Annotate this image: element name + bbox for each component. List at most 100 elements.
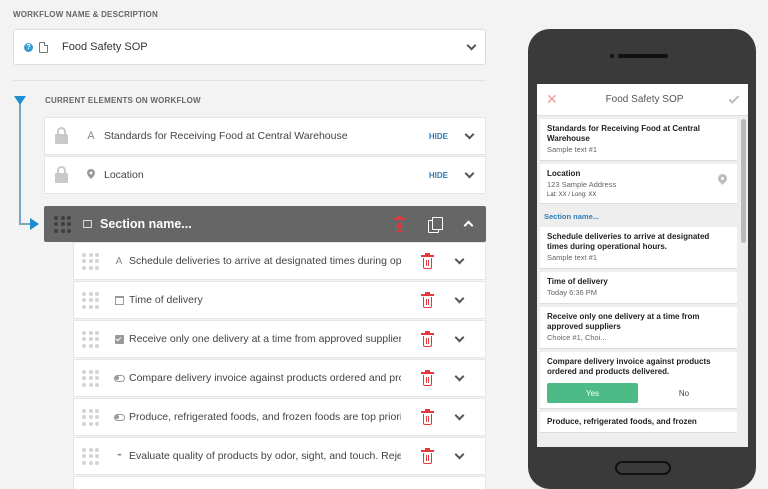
delete-icon[interactable] xyxy=(393,215,406,232)
phone-screen: ✕ Food Safety SOP Standards for Receivin… xyxy=(537,84,748,447)
card-title: Location xyxy=(547,169,581,178)
document-icon xyxy=(39,41,48,53)
card-value: Today 6:36 PM xyxy=(547,288,598,297)
item-title: Evaluate quality of products by odor, si… xyxy=(129,450,401,462)
card-coords: Lat: XX / Long: XX xyxy=(547,192,597,198)
chevron-down-icon[interactable] xyxy=(464,129,475,139)
delete-icon[interactable] xyxy=(421,447,434,464)
drag-handle-icon[interactable] xyxy=(82,369,99,387)
workflow-name-field[interactable]: ? Food Safety SOP xyxy=(13,29,486,65)
list-item[interactable]: ••• Evaluate quality of products by odor… xyxy=(73,437,486,475)
delete-icon[interactable] xyxy=(421,252,434,269)
card-value: Sample text #1 xyxy=(547,253,598,262)
hide-link[interactable]: HIDE xyxy=(429,171,448,180)
home-button xyxy=(615,461,671,475)
card-title: Time of delivery xyxy=(547,277,608,286)
card-title: Receive only one delivery at a time from… xyxy=(547,312,700,331)
scrollbar[interactable] xyxy=(741,119,746,243)
chevron-down-icon[interactable] xyxy=(454,254,465,264)
hide-link[interactable]: HIDE xyxy=(429,132,448,141)
section-name[interactable]: Section name... xyxy=(100,217,393,231)
preview-card: Compare delivery invoice against product… xyxy=(540,352,737,409)
element-title: Location xyxy=(104,169,144,181)
delete-icon[interactable] xyxy=(421,330,434,347)
element-row-location[interactable]: Location HIDE xyxy=(44,156,486,194)
ellipsis-icon: ••• xyxy=(117,453,121,459)
item-title: Time of delivery xyxy=(129,294,203,306)
chevron-down-icon[interactable] xyxy=(454,293,465,303)
item-title: Schedule deliveries to arrive at designa… xyxy=(129,255,401,267)
drag-handle-icon[interactable] xyxy=(54,215,71,233)
yes-button[interactable]: Yes xyxy=(547,383,638,403)
preview-card: Produce, refrigerated foods, and frozen xyxy=(540,412,737,433)
list-item[interactable]: Produce, refrigerated foods, and frozen … xyxy=(73,398,486,436)
card-value: Sample text #1 xyxy=(547,145,598,154)
duplicate-icon[interactable] xyxy=(428,216,443,233)
card-value: Choice #1, Choi... xyxy=(547,333,607,342)
delete-icon[interactable] xyxy=(421,369,434,386)
chevron-down-icon[interactable] xyxy=(454,410,465,420)
chevron-down-icon[interactable] xyxy=(454,332,465,342)
element-row-standards[interactable]: A Standards for Receiving Food at Centra… xyxy=(44,117,486,155)
list-item[interactable] xyxy=(73,476,486,489)
element-title: Standards for Receiving Food at Central … xyxy=(104,130,348,142)
calendar-icon xyxy=(114,295,124,305)
preview-section-name: Section name... xyxy=(544,212,600,221)
card-title: Standards for Receiving Food at Central … xyxy=(547,124,700,143)
preview-title: Food Safety SOP xyxy=(605,94,684,105)
close-icon[interactable]: ✕ xyxy=(546,91,560,108)
checkmark-icon[interactable] xyxy=(728,92,740,104)
list-item[interactable]: Compare delivery invoice against product… xyxy=(73,359,486,397)
item-title: Produce, refrigerated foods, and frozen … xyxy=(129,411,401,423)
text-type-icon: A xyxy=(87,130,95,142)
section-icon xyxy=(83,220,92,228)
card-title: Produce, refrigerated foods, and frozen xyxy=(547,417,697,426)
drag-handle-icon[interactable] xyxy=(82,291,99,309)
arrow-down-icon xyxy=(14,96,26,105)
workflow-title: Food Safety SOP xyxy=(62,41,148,53)
lock-icon xyxy=(55,126,68,144)
preview-card: Location 123 Sample Address Lat: XX / Lo… xyxy=(540,164,737,204)
item-title: Compare delivery invoice against product… xyxy=(129,372,401,384)
chevron-down-icon[interactable] xyxy=(454,371,465,381)
preview-card: Time of delivery Today 6:36 PM xyxy=(540,272,737,304)
section-header[interactable]: Section name... xyxy=(44,206,486,242)
drag-handle-icon[interactable] xyxy=(82,447,99,465)
divider xyxy=(13,80,486,81)
workflow-section-label: WORKFLOW NAME & DESCRIPTION xyxy=(13,10,158,19)
card-value: 123 Sample Address xyxy=(547,180,617,189)
lock-icon xyxy=(55,165,68,183)
preview-card: Standards for Receiving Food at Central … xyxy=(540,119,737,161)
help-icon[interactable]: ? xyxy=(24,42,33,52)
list-item[interactable]: Time of delivery xyxy=(73,281,486,319)
card-title: Compare delivery invoice against product… xyxy=(547,357,711,376)
flow-connector xyxy=(19,104,21,225)
chevron-down-icon[interactable] xyxy=(464,168,475,178)
phone-preview: ✕ Food Safety SOP Standards for Receivin… xyxy=(528,29,756,489)
list-item[interactable]: A Schedule deliveries to arrive at desig… xyxy=(73,242,486,280)
elements-section-label: CURRENT ELEMENTS ON WORKFLOW xyxy=(45,96,201,105)
card-title: Schedule deliveries to arrive at designa… xyxy=(547,232,710,251)
preview-card: Schedule deliveries to arrive at designa… xyxy=(540,227,737,269)
no-button[interactable]: No xyxy=(638,383,730,403)
toggle-icon xyxy=(113,374,125,382)
checkbox-icon xyxy=(114,334,124,344)
item-title: Receive only one delivery at a time from… xyxy=(129,333,401,345)
delete-icon[interactable] xyxy=(421,408,434,425)
list-item[interactable]: Receive only one delivery at a time from… xyxy=(73,320,486,358)
text-type-icon: A xyxy=(115,255,123,267)
speaker xyxy=(618,54,668,58)
toggle-icon xyxy=(113,413,125,421)
drag-handle-icon[interactable] xyxy=(82,252,99,270)
delete-icon[interactable] xyxy=(421,291,434,308)
preview-card: Receive only one delivery at a time from… xyxy=(540,307,737,349)
chevron-down-icon[interactable] xyxy=(454,449,465,459)
chevron-up-icon[interactable] xyxy=(463,220,474,231)
chevron-down-icon[interactable] xyxy=(466,40,477,50)
drag-handle-icon[interactable] xyxy=(82,408,99,426)
preview-header: ✕ Food Safety SOP xyxy=(537,84,748,116)
arrow-right-icon xyxy=(30,218,39,230)
location-pin-icon xyxy=(84,168,98,182)
drag-handle-icon[interactable] xyxy=(82,330,99,348)
camera xyxy=(610,54,614,58)
